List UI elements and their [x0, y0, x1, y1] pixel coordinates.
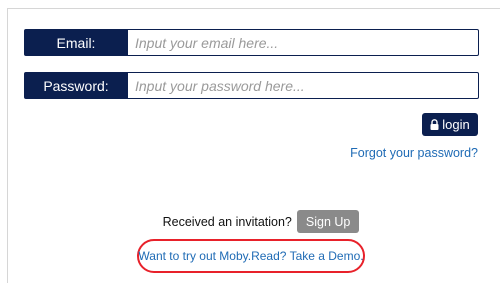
password-row: Password: [24, 72, 479, 99]
login-button[interactable]: login [422, 113, 478, 136]
login-button-label: login [442, 117, 470, 132]
demo-highlight-oval: Want to try out Moby.Read? Take a Demo. [137, 239, 365, 273]
password-label: Password: [24, 72, 128, 99]
invitation-row: Received an invitation? Sign Up [0, 210, 500, 233]
email-label: Email: [24, 29, 128, 56]
forgot-password-link[interactable]: Forgot your password? [350, 146, 478, 160]
email-row: Email: [24, 29, 479, 56]
lock-icon [430, 119, 439, 130]
password-input[interactable] [128, 72, 479, 99]
take-demo-link[interactable]: Want to try out Moby.Read? Take a Demo. [138, 249, 363, 263]
email-input[interactable] [128, 29, 479, 56]
signup-button[interactable]: Sign Up [296, 210, 360, 233]
invitation-text: Received an invitation? [162, 214, 292, 229]
